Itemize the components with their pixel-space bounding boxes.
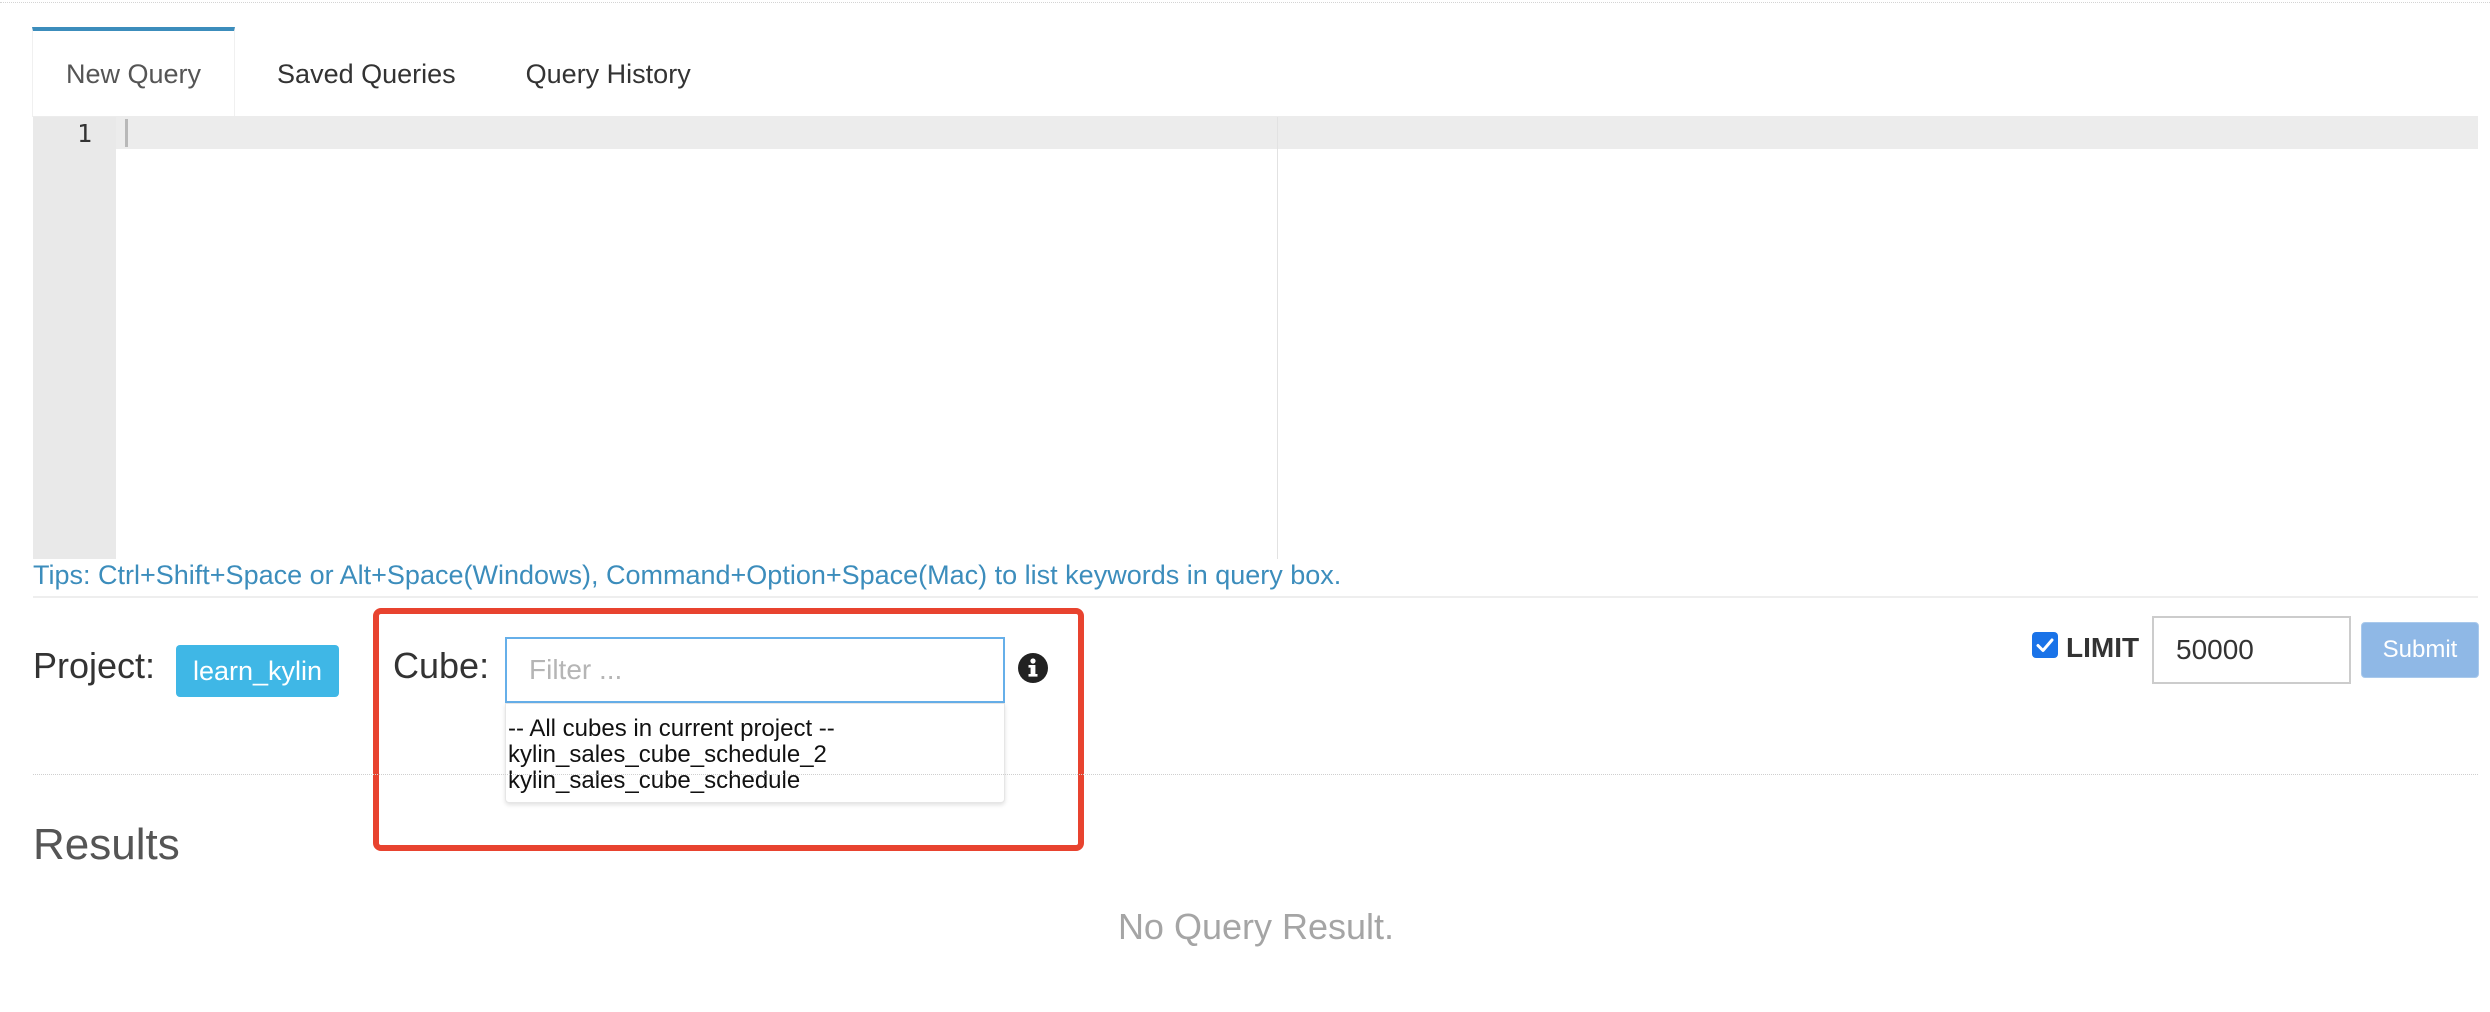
tab-new-query[interactable]: New Query — [32, 27, 236, 117]
cube-option[interactable]: kylin_sales_cube_schedule — [506, 768, 1004, 794]
no-result-message: No Query Result. — [1117, 906, 1395, 947]
top-divider — [0, 2, 2490, 3]
cube-filter-input[interactable] — [505, 637, 1005, 703]
tab-saved-queries[interactable]: Saved Queries — [235, 27, 493, 117]
limit-input[interactable] — [2152, 616, 2351, 684]
results-divider — [33, 774, 2478, 775]
editor-active-line — [116, 117, 2478, 149]
cube-option-all[interactable]: -- All cubes in current project -- — [506, 716, 1004, 742]
cube-options-list: -- All cubes in current project -- kylin… — [505, 703, 1005, 803]
checkmark-icon — [2036, 638, 2054, 652]
query-page: New Query Saved Queries Query History 1 … — [0, 0, 2490, 1012]
project-badge[interactable]: learn_kylin — [176, 645, 340, 697]
query-tabs: New Query Saved Queries Query History — [32, 27, 724, 117]
keyboard-tips: Tips: Ctrl+Shift+Space or Alt+Space(Wind… — [33, 560, 1342, 590]
editor-gutter: 1 — [33, 117, 116, 559]
cube-option[interactable]: kylin_sales_cube_schedule_2 — [506, 742, 1004, 768]
limit-checkbox[interactable] — [2032, 632, 2058, 658]
editor-print-margin — [1277, 117, 1278, 559]
tab-query-history[interactable]: Query History — [493, 27, 724, 117]
project-label: Project: — [33, 645, 156, 686]
line-number: 1 — [76, 119, 92, 148]
info-circle-icon[interactable] — [1017, 652, 1049, 684]
limit-label: LIMIT — [2066, 632, 2140, 663]
sql-editor[interactable]: 1 — [33, 116, 2478, 559]
submit-button[interactable]: Submit — [2361, 622, 2479, 678]
tips-divider — [33, 596, 2478, 598]
results-heading: Results — [33, 820, 180, 869]
editor-cursor — [125, 119, 128, 147]
